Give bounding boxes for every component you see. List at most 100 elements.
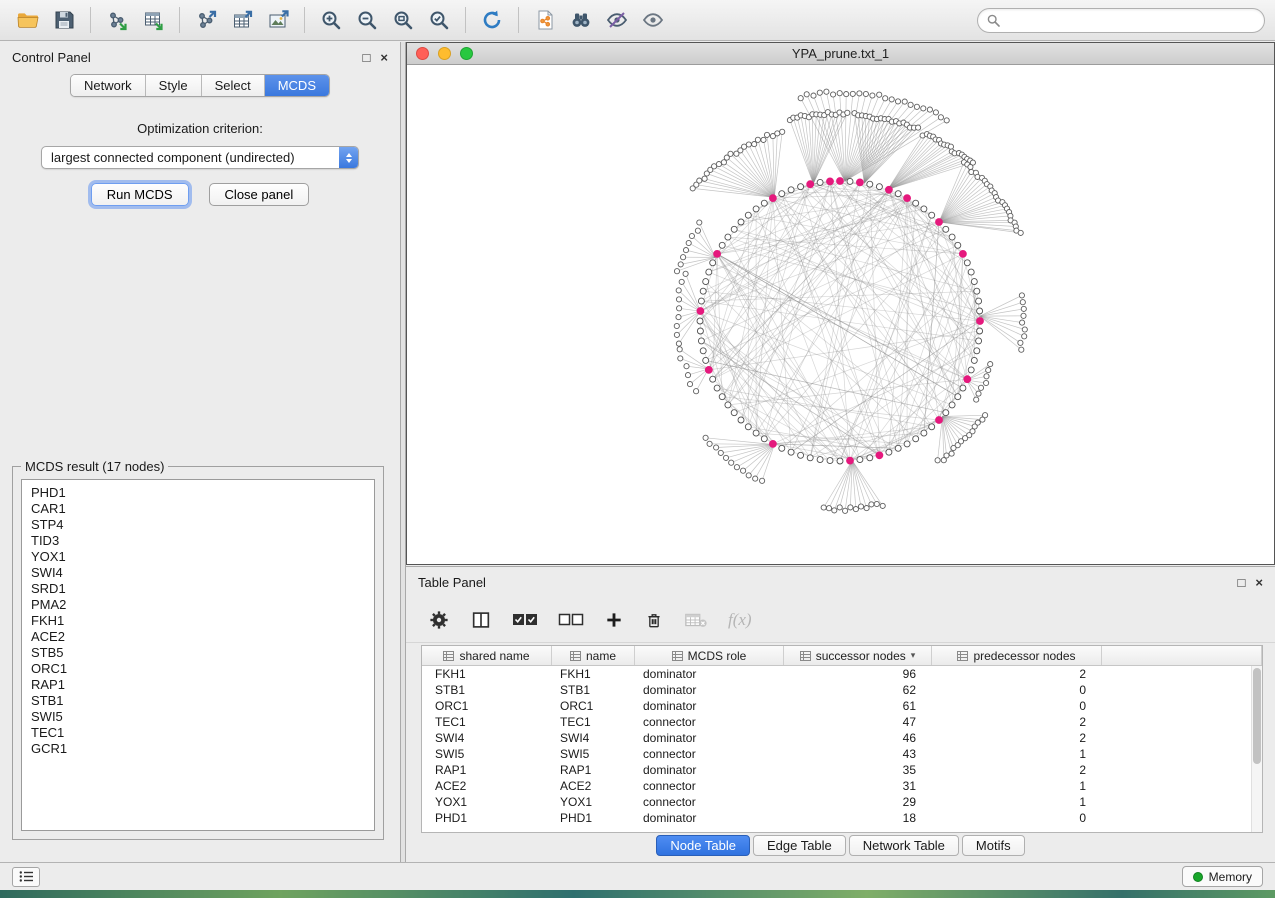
share-session-button[interactable] xyxy=(527,4,563,36)
export-image-button[interactable] xyxy=(260,4,296,36)
tab-mcds[interactable]: MCDS xyxy=(265,75,329,96)
table-cell: ORC1 xyxy=(422,698,552,714)
zoom-selected-button[interactable] xyxy=(421,4,457,36)
zoom-out-button[interactable] xyxy=(349,4,385,36)
toolbar-separator xyxy=(179,7,180,33)
select-all-icon xyxy=(512,610,538,630)
mcds-result-item[interactable]: FKH1 xyxy=(31,613,365,629)
export-table-button[interactable] xyxy=(224,4,260,36)
mcds-result-item[interactable]: STB5 xyxy=(31,645,365,661)
delete-table-button[interactable] xyxy=(684,610,708,630)
tab-style[interactable]: Style xyxy=(146,75,202,96)
table-cell: 0 xyxy=(932,682,1102,698)
column-header-predecessor-nodes[interactable]: predecessor nodes xyxy=(932,646,1102,665)
toolbar-separator xyxy=(465,7,466,33)
mcds-result-item[interactable]: TEC1 xyxy=(31,725,365,741)
table-row[interactable]: SWI5SWI5connector431 xyxy=(422,746,1251,762)
table-cell: 18 xyxy=(784,810,932,826)
table-row[interactable]: STB1STB1dominator620 xyxy=(422,682,1251,698)
import-table-button[interactable] xyxy=(135,4,171,36)
run-mcds-button[interactable]: Run MCDS xyxy=(91,183,189,206)
mcds-result-list[interactable]: PHD1CAR1STP4TID3YOX1SWI4SRD1PMA2FKH1ACE2… xyxy=(21,479,375,831)
export-network-button[interactable] xyxy=(188,4,224,36)
close-panel-button[interactable]: Close panel xyxy=(209,183,310,206)
import-network-button[interactable] xyxy=(99,4,135,36)
column-header-successor-nodes[interactable]: successor nodes▾ xyxy=(784,646,932,665)
table-row[interactable]: YOX1YOX1connector291 xyxy=(422,794,1251,810)
search-network-icon xyxy=(569,8,593,32)
tab-select[interactable]: Select xyxy=(202,75,265,96)
close-panel-icon[interactable]: × xyxy=(380,51,388,64)
tab-motifs[interactable]: Motifs xyxy=(962,835,1025,856)
float-panel-icon[interactable]: □ xyxy=(363,51,371,64)
table-row[interactable]: FKH1FKH1dominator962 xyxy=(422,666,1251,682)
table-row[interactable]: TEC1TEC1connector472 xyxy=(422,714,1251,730)
mcds-result-item[interactable]: GCR1 xyxy=(31,741,365,757)
mcds-result-item[interactable]: PMA2 xyxy=(31,597,365,613)
table-row[interactable]: ORC1ORC1dominator610 xyxy=(422,698,1251,714)
zoom-fit-button[interactable] xyxy=(385,4,421,36)
delete-column-button[interactable] xyxy=(644,610,664,630)
toolbar-search-field[interactable] xyxy=(977,8,1265,33)
mcds-result-item[interactable]: SWI5 xyxy=(31,709,365,725)
mcds-result-item[interactable]: ACE2 xyxy=(31,629,365,645)
criterion-dropdown[interactable]: largest connected component (undirected) xyxy=(41,146,359,169)
table-row[interactable]: ACE2ACE2connector311 xyxy=(422,778,1251,794)
scrollbar-thumb[interactable] xyxy=(1253,668,1261,764)
tab-network-table[interactable]: Network Table xyxy=(849,835,959,856)
toolbar-separator xyxy=(518,7,519,33)
create-column-button[interactable] xyxy=(604,610,624,630)
search-network-button[interactable] xyxy=(563,4,599,36)
mcds-result-item[interactable]: SWI4 xyxy=(31,565,365,581)
mcds-result-item[interactable]: PHD1 xyxy=(31,485,365,501)
tab-edge-table[interactable]: Edge Table xyxy=(753,835,846,856)
hide-details-button[interactable] xyxy=(599,4,635,36)
table-toolbar: f(x) xyxy=(406,597,1275,643)
table-settings-button[interactable] xyxy=(428,609,450,631)
table-row[interactable]: SWI4SWI4dominator462 xyxy=(422,730,1251,746)
mcds-result-item[interactable]: RAP1 xyxy=(31,677,365,693)
mcds-result-item[interactable]: TID3 xyxy=(31,533,365,549)
desktop-wallpaper-strip xyxy=(0,890,1275,898)
refresh-layout-button[interactable] xyxy=(474,4,510,36)
gear-icon xyxy=(428,609,450,631)
criterion-selected-value: largest connected component (undirected) xyxy=(51,150,295,165)
network-view-canvas[interactable] xyxy=(407,65,1274,564)
function-builder-button[interactable]: f(x) xyxy=(728,610,752,630)
memory-label: Memory xyxy=(1209,870,1252,884)
table-cell: dominator xyxy=(635,810,784,826)
zoom-in-button[interactable] xyxy=(313,4,349,36)
table-panel-tabs: Node TableEdge TableNetwork TableMotifs xyxy=(406,835,1275,856)
mcds-result-item[interactable]: STP4 xyxy=(31,517,365,533)
network-window-titlebar[interactable]: YPA_prune.txt_1 xyxy=(407,43,1274,65)
mcds-result-item[interactable]: ORC1 xyxy=(31,661,365,677)
mcds-result-item[interactable]: STB1 xyxy=(31,693,365,709)
tab-node-table[interactable]: Node Table xyxy=(656,835,750,856)
table-cell: YOX1 xyxy=(552,794,635,810)
float-panel-icon[interactable]: □ xyxy=(1238,576,1246,589)
show-columns-button[interactable] xyxy=(470,609,492,631)
deselect-all-button[interactable] xyxy=(558,610,584,630)
save-session-button[interactable] xyxy=(46,4,82,36)
close-panel-icon[interactable]: × xyxy=(1255,576,1263,589)
table-row[interactable]: RAP1RAP1dominator352 xyxy=(422,762,1251,778)
table-row[interactable]: PHD1PHD1dominator180 xyxy=(422,810,1251,826)
table-vertical-scrollbar[interactable] xyxy=(1251,666,1262,832)
mcds-result-item[interactable]: CAR1 xyxy=(31,501,365,517)
select-all-button[interactable] xyxy=(512,610,538,630)
search-input[interactable] xyxy=(1006,13,1255,27)
tab-network[interactable]: Network xyxy=(71,75,146,96)
mcds-result-item[interactable]: SRD1 xyxy=(31,581,365,597)
open-session-button[interactable] xyxy=(10,4,46,36)
table-cell: STB1 xyxy=(552,682,635,698)
column-header-name[interactable]: name xyxy=(552,646,635,665)
show-details-button[interactable] xyxy=(635,4,671,36)
table-cell: RAP1 xyxy=(422,762,552,778)
show-panels-button[interactable] xyxy=(12,867,40,887)
column-header-shared-name[interactable]: shared name xyxy=(422,646,552,665)
table-cell: dominator xyxy=(635,698,784,714)
memory-button[interactable]: Memory xyxy=(1182,866,1263,887)
table-cell: 31 xyxy=(784,778,932,794)
column-header-MCDS-role[interactable]: MCDS role xyxy=(635,646,784,665)
mcds-result-item[interactable]: YOX1 xyxy=(31,549,365,565)
